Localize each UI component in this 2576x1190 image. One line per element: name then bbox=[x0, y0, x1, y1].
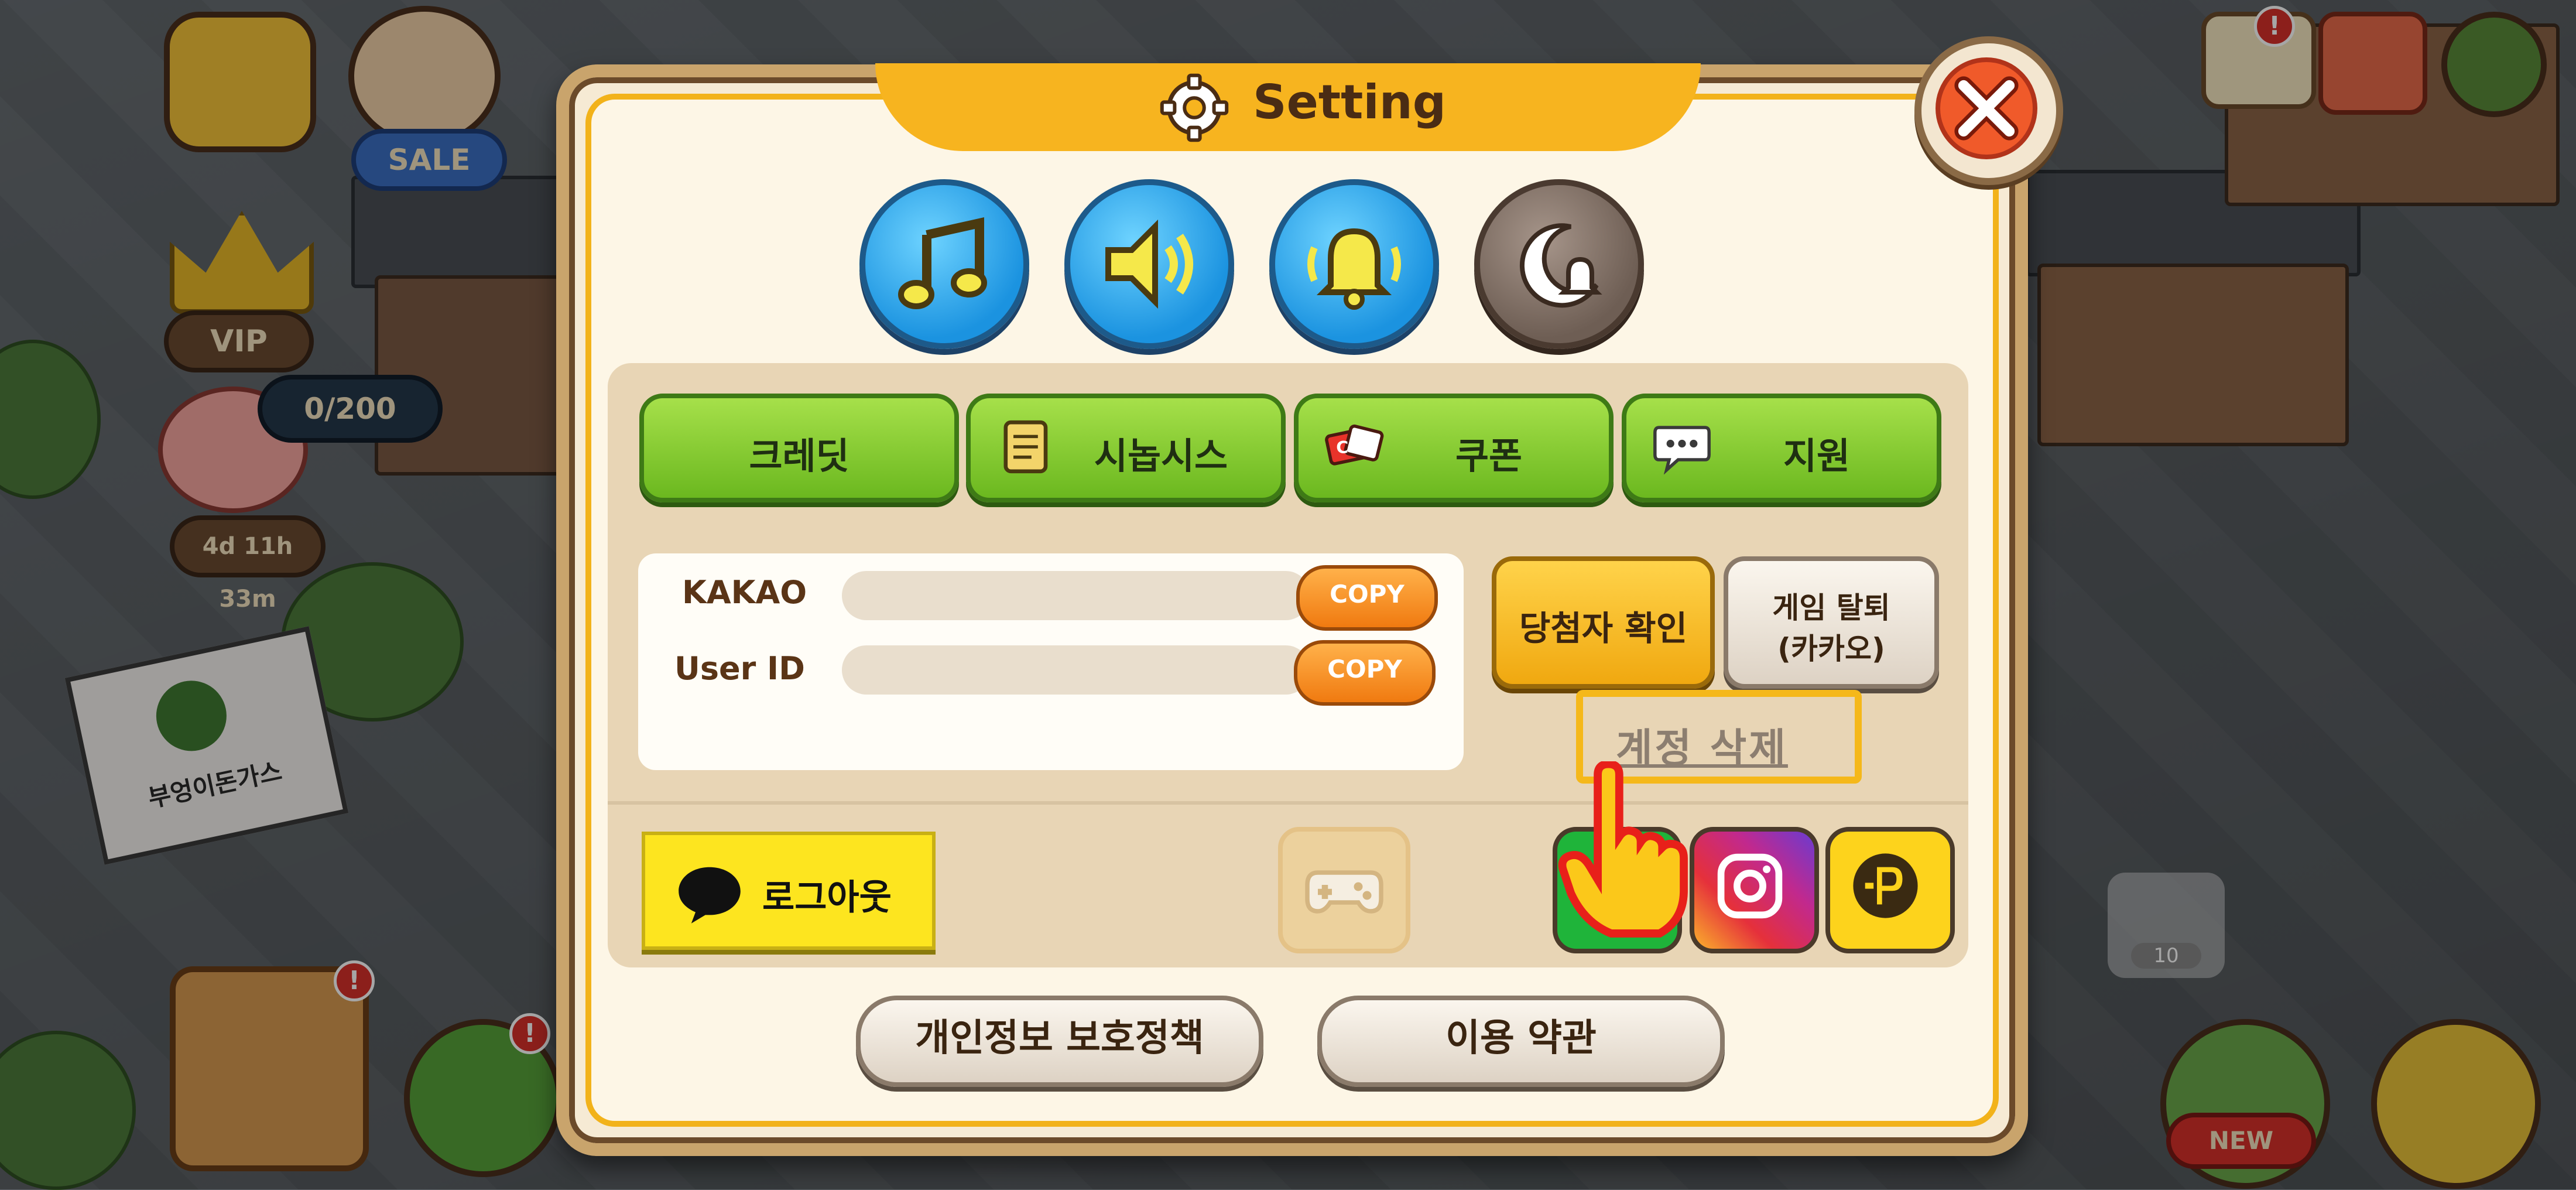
sound-toggle-button[interactable] bbox=[1064, 179, 1234, 349]
kakao-page-icon bbox=[1853, 853, 1918, 918]
close-button[interactable] bbox=[1914, 36, 2063, 185]
withdraw-sublabel: (카카오) bbox=[1777, 632, 1885, 666]
privacy-policy-button[interactable]: 개인정보 보호정책 bbox=[856, 996, 1263, 1087]
kakao-talk-icon bbox=[679, 867, 741, 924]
instagram-icon bbox=[1717, 853, 1783, 919]
withdraw-label: 게임 탈퇴 bbox=[1772, 591, 1890, 625]
close-x-icon bbox=[1936, 57, 2037, 159]
withdraw-kakao-button[interactable]: 게임 탈퇴 (카카오) bbox=[1724, 556, 1939, 689]
kakao-page-button[interactable] bbox=[1825, 827, 1955, 953]
logout-label: 로그아웃 bbox=[762, 877, 892, 918]
credit-button[interactable]: 크레딧 bbox=[639, 394, 959, 502]
speaker-icon bbox=[1105, 219, 1193, 309]
user-id-field bbox=[842, 645, 1310, 695]
support-button[interactable]: 지원 bbox=[1622, 394, 1941, 502]
winner-check-label: 당첨자 확인 bbox=[1519, 608, 1687, 648]
winner-check-button[interactable]: 당첨자 확인 bbox=[1492, 556, 1715, 689]
notification-toggle-button[interactable] bbox=[1269, 179, 1439, 349]
coupon-button[interactable]: C 쿠폰 bbox=[1294, 394, 1614, 502]
gamepad-icon bbox=[1305, 870, 1383, 914]
synopsis-label: 시놉시스 bbox=[1094, 435, 1228, 477]
bell-icon bbox=[1307, 228, 1401, 310]
game-center-button[interactable] bbox=[1278, 827, 1410, 953]
svg-text:C: C bbox=[1336, 437, 1348, 457]
support-label: 지원 bbox=[1783, 435, 1851, 477]
kakao-id-field bbox=[842, 571, 1310, 620]
user-id-label: User ID bbox=[674, 650, 805, 687]
instagram-button[interactable] bbox=[1690, 827, 1819, 953]
gear-icon bbox=[1160, 73, 1229, 142]
credit-label: 크레딧 bbox=[749, 435, 849, 477]
kakao-label: KAKAO bbox=[682, 574, 807, 611]
music-toggle-button[interactable] bbox=[859, 179, 1029, 349]
music-note-icon bbox=[898, 217, 987, 309]
terms-of-service-button[interactable]: 이용 약관 bbox=[1317, 996, 1725, 1087]
coupon-label: 쿠폰 bbox=[1455, 435, 1523, 477]
night-notification-toggle-button[interactable] bbox=[1474, 179, 1644, 349]
tutorial-pointer-hand-icon bbox=[1558, 761, 1688, 938]
synopsis-button[interactable]: 시놉시스 bbox=[966, 394, 1286, 502]
panel-divider bbox=[608, 801, 1968, 805]
copy-kakao-button[interactable]: COPY bbox=[1296, 565, 1438, 631]
copy-user-id-button[interactable]: COPY bbox=[1294, 640, 1436, 706]
moon-bell-icon bbox=[1519, 223, 1602, 308]
logout-button[interactable]: 로그아웃 bbox=[642, 832, 936, 950]
dialog-title: Setting bbox=[1253, 75, 1446, 129]
